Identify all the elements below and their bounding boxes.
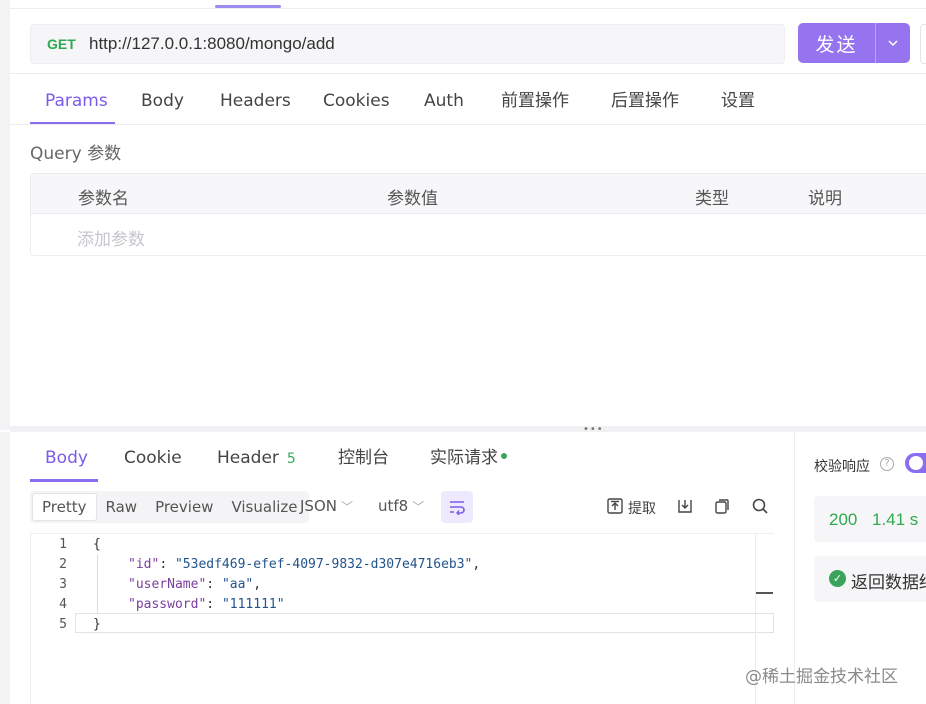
format-value: JSON [300,497,337,515]
send-button[interactable]: 发送 [798,23,875,63]
section-title: Query 参数 [30,144,122,164]
encoding-select[interactable]: utf8 ﹀ [378,497,424,515]
column-header: 参数名 [78,189,129,209]
line-number: 2 [59,557,67,572]
code-line: "id": "53edf469-efef-4097-9832-d307e4716… [128,557,481,572]
chevron-down-icon: ﹀ [340,500,353,514]
json-key: "password" [128,597,207,612]
extract-button[interactable]: 提取 [628,498,656,518]
wrap-lines-icon [450,501,465,515]
url-input[interactable]: http://127.0.0.1:8080/mongo/add [89,34,335,54]
line-number: 3 [59,577,67,592]
response-time: 1.41 s [872,510,919,529]
view-raw[interactable]: Raw [97,493,147,521]
count-badge: 5 [286,451,296,467]
tab-actual-request[interactable]: 实际请求 [430,438,507,478]
add-param-input[interactable]: 添加参数 [77,225,145,250]
json-value: "111111" [221,597,285,612]
json-key: "id" [128,557,160,572]
send-button-group: 发送 [798,23,910,63]
format-select[interactable]: JSON ﹀ [300,497,353,515]
tab-console[interactable]: 控制台 [338,438,389,478]
status-code: 200 [829,510,858,529]
view-preview[interactable]: Preview [146,493,222,521]
extract-icon[interactable] [606,497,624,515]
view-visualize[interactable]: Visualize [222,493,306,521]
tab-label: 实际请求 [430,448,498,468]
active-tab-underline [30,479,98,482]
code-line: } [93,617,101,632]
tab-post-request[interactable]: 后置操作 [611,82,679,122]
validate-response-label: 校验响应 [814,459,870,475]
assertion-text: 返回数据结 [851,573,926,593]
response-tabs: Body Cookie Header 5 控制台 实际请求 [30,438,770,482]
watermark: @稀土掘金技术社区 [745,667,898,687]
url-bar[interactable]: GET http://127.0.0.1:8080/mongo/add [30,24,785,64]
drag-handle-icon[interactable]: ••• [583,424,604,435]
tab-response-body[interactable]: Body [45,438,88,478]
search-icon[interactable] [751,497,769,515]
scrollbar-marker [756,592,773,594]
save-button[interactable] [920,24,926,64]
tab-headers[interactable]: Headers [220,82,291,122]
left-gutter [0,432,10,704]
line-number: 4 [59,597,67,612]
view-mode-switch: Pretty Raw Preview Visualize [30,491,309,523]
divider [10,73,926,74]
validate-response-toggle[interactable] [905,453,926,473]
line-number: 5 [59,617,67,632]
column-header: 参数值 [387,189,438,209]
json-key: "userName" [128,577,207,592]
tab-pre-request[interactable]: 前置操作 [501,82,569,122]
tab-response-header[interactable]: Header 5 [217,438,296,478]
tab-body[interactable]: Body [141,82,184,122]
divider [10,124,926,125]
json-punct: , [472,557,481,572]
params-table: 参数名 参数值 类型 说明 添加参数 [30,173,926,256]
json-value: "53edf469-efef-4097-9832-d307e4716eb3" [174,557,473,572]
json-value: "aa" [221,577,254,592]
tab-label: Header [217,448,279,468]
divider [10,8,926,9]
indent-guide [97,554,98,614]
panel-splitter[interactable] [10,426,926,432]
code-line: "userName": "aa", [128,577,262,592]
table-header: 参数名 参数值 类型 说明 [31,174,926,214]
tab-response-cookie[interactable]: Cookie [124,438,182,478]
active-line-highlight [75,613,774,633]
column-header: 类型 [695,189,729,209]
download-icon[interactable] [676,497,694,515]
code-line: { [93,537,101,552]
status-dot-icon [501,453,507,459]
tab-auth[interactable]: Auth [424,82,464,122]
tab-params[interactable]: Params [45,82,108,122]
json-punct: , [253,577,262,592]
response-body-editor[interactable]: 1 2 3 4 5 { "id": "53edf469-efef-4097-98… [30,533,774,704]
send-options-button[interactable] [876,23,910,63]
copy-icon[interactable] [713,497,731,515]
encoding-value: utf8 [378,497,409,515]
view-pretty[interactable]: Pretty [32,493,97,521]
left-gutter [0,0,10,430]
chevron-down-icon: ﹀ [412,500,425,514]
help-icon[interactable]: ? [880,457,894,471]
method-select[interactable]: GET [47,36,79,52]
chevron-down-icon [888,40,898,46]
tab-cookies[interactable]: Cookies [323,82,390,122]
line-number: 1 [59,537,67,552]
column-header: 说明 [808,189,842,209]
tab-settings[interactable]: 设置 [721,82,755,122]
code-line: "password": "111111" [128,597,285,612]
check-circle-icon: ✓ [829,570,846,587]
wrap-lines-button[interactable] [441,491,473,523]
